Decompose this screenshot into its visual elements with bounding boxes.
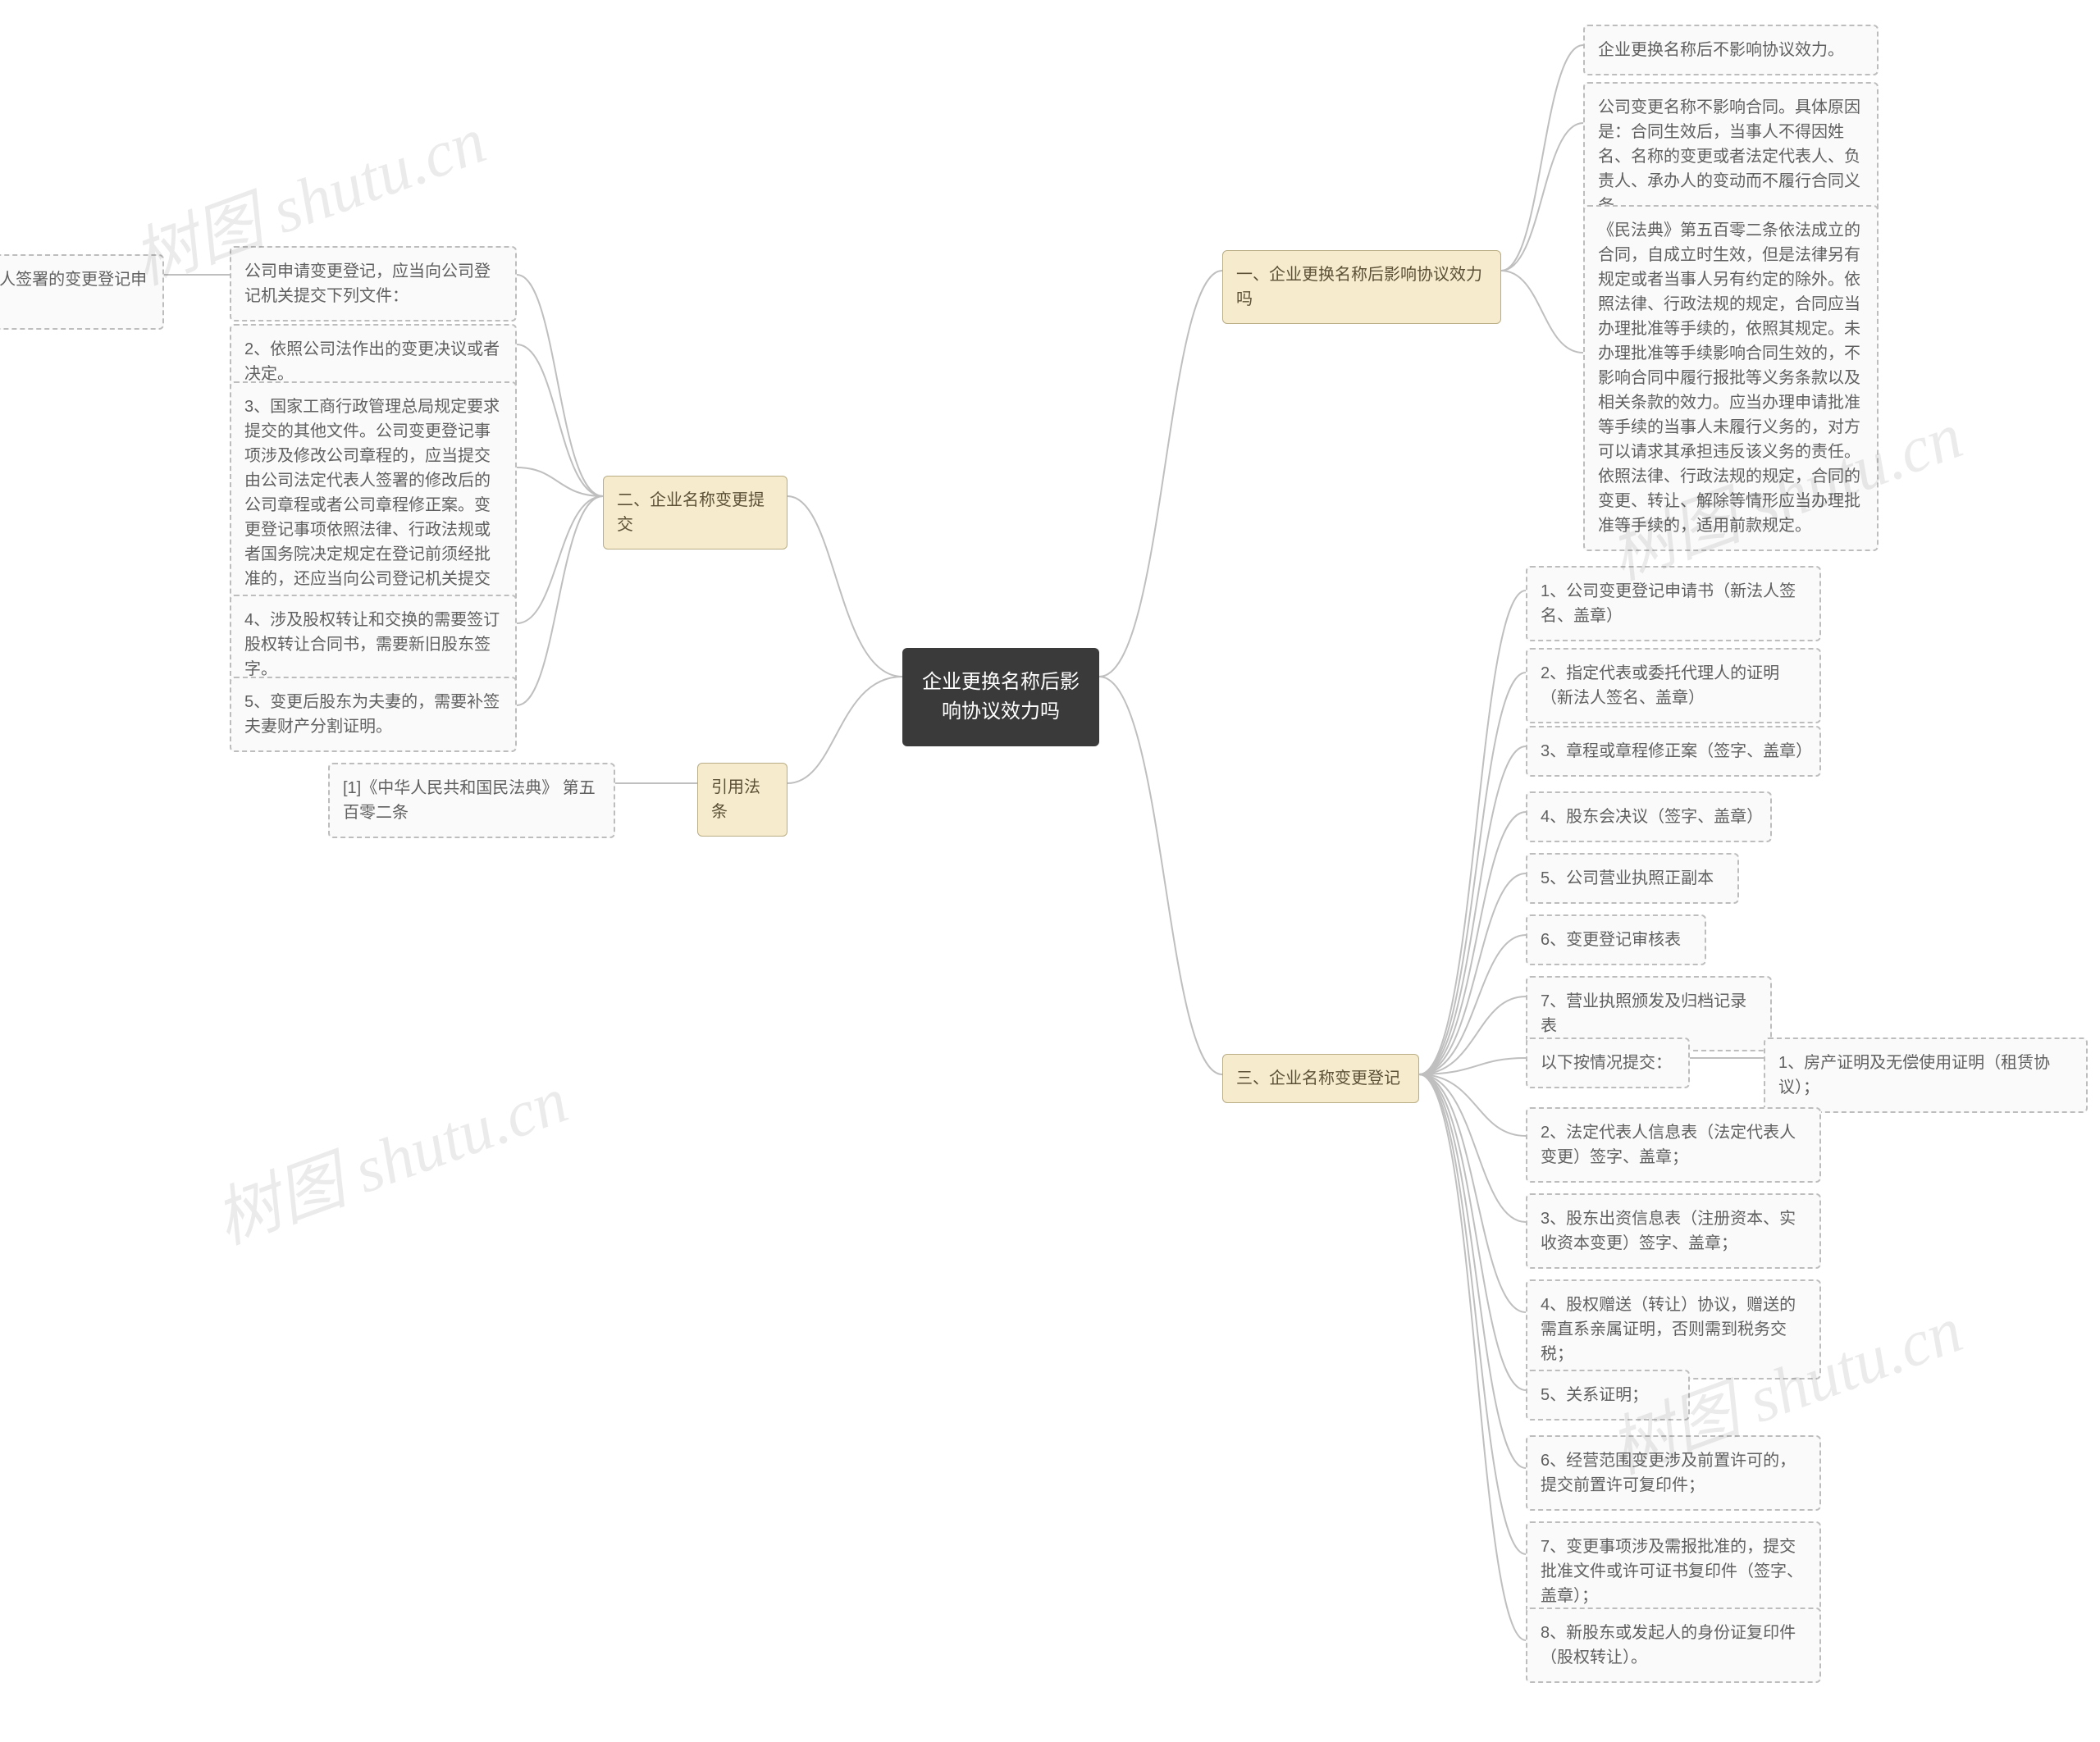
branch-1-leaf-1[interactable]: 企业更换名称后不影响协议效力。: [1583, 25, 1879, 75]
branch-2-leaf-5[interactable]: 5、变更后股东为夫妻的，需要补签夫妻财产分割证明。: [230, 677, 517, 752]
branch-1[interactable]: 一、企业更换名称后影响协议效力吗: [1222, 250, 1501, 324]
branch-2-header[interactable]: 公司申请变更登记，应当向公司登记机关提交下列文件：: [230, 246, 517, 321]
branch-3[interactable]: 三、企业名称变更登记: [1222, 1054, 1419, 1103]
branch-3-leaf-15[interactable]: 8、新股东或发起人的身份证复印件（股权转让）。: [1526, 1607, 1821, 1683]
branch-3-leaf-10[interactable]: 3、股东出资信息表（注册资本、实收资本变更）签字、盖章；: [1526, 1193, 1821, 1269]
branch-3-leaf-12[interactable]: 5、关系证明；: [1526, 1370, 1690, 1421]
branch-3-leaf-1[interactable]: 1、公司变更登记申请书（新法人签名、盖章）: [1526, 566, 1821, 641]
branch-2-leaf-3[interactable]: 3、国家工商行政管理总局规定要求提交的其他文件。公司变更登记事项涉及修改公司章程…: [230, 381, 517, 629]
watermark: 树图 shutu.cn: [200, 1047, 578, 1263]
branch-3-leaf-8[interactable]: 以下按情况提交：: [1526, 1037, 1690, 1088]
branch-3-leaf-11[interactable]: 4、股权赠送（转让）协议，赠送的需直系亲属证明，否则需到税务交税；: [1526, 1279, 1821, 1379]
root-node[interactable]: 企业更换名称后影响协议效力吗: [902, 648, 1099, 746]
branch-3-leaf-6[interactable]: 6、变更登记审核表: [1526, 914, 1706, 965]
branch-3-leaf-4[interactable]: 4、股东会决议（签字、盖章）: [1526, 791, 1772, 842]
branch-3-leaf-14[interactable]: 7、变更事项涉及需报批准的，提交批准文件或许可证书复印件（签字、盖章）；: [1526, 1521, 1821, 1621]
branch-3-leaf-5[interactable]: 5、公司营业执照正副本: [1526, 853, 1739, 904]
branch-3-leaf-2[interactable]: 2、指定代表或委托代理人的证明（新法人签名、盖章）: [1526, 648, 1821, 723]
branch-2-header-child[interactable]: 1、公司法定代表人签署的变更登记申请书。: [0, 254, 164, 330]
branch-4[interactable]: 引用法条: [697, 763, 788, 837]
branch-4-leaf-1[interactable]: [1]《中华人民共和国民法典》 第五百零二条: [328, 763, 615, 838]
branch-3-leaf-13[interactable]: 6、经营范围变更涉及前置许可的，提交前置许可复印件；: [1526, 1435, 1821, 1511]
branch-2[interactable]: 二、企业名称变更提交: [603, 476, 788, 550]
branch-1-leaf-3[interactable]: 《民法典》第五百零二条依法成立的合同，自成立时生效，但是法律另有规定或者当事人另…: [1583, 205, 1879, 551]
branch-3-leaf-3[interactable]: 3、章程或章程修正案（签字、盖章）: [1526, 726, 1821, 777]
branch-3-leaf-8-child[interactable]: 1、房产证明及无偿使用证明（租赁协议）；: [1764, 1037, 2088, 1113]
branch-3-leaf-9[interactable]: 2、法定代表人信息表（法定代表人变更）签字、盖章；: [1526, 1107, 1821, 1183]
